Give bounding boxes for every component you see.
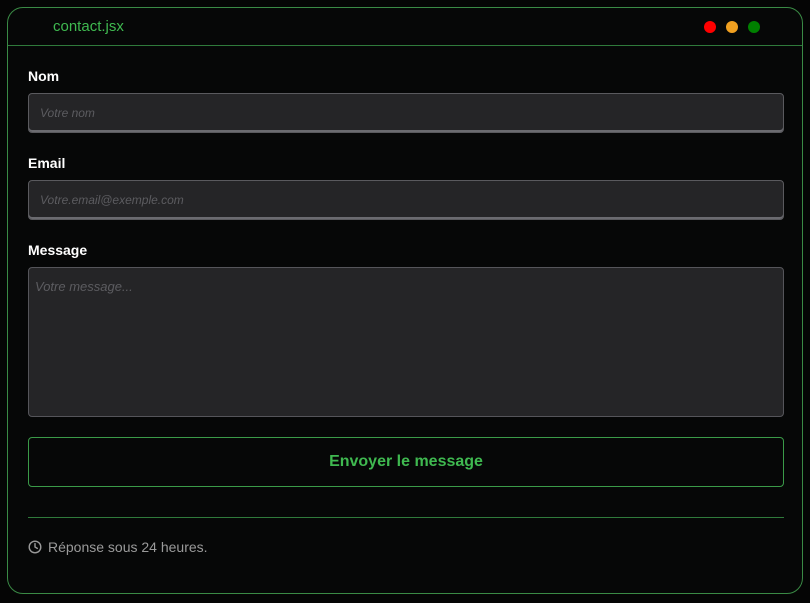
email-input[interactable] xyxy=(28,180,784,220)
email-label: Email xyxy=(28,155,66,171)
name-input[interactable] xyxy=(28,93,784,133)
divider xyxy=(28,517,784,518)
title-bar: contact.jsx xyxy=(8,8,802,46)
close-dot[interactable] xyxy=(704,21,716,33)
message-label: Message xyxy=(28,242,88,258)
clock-icon xyxy=(28,540,42,554)
send-message-button[interactable]: Envoyer le message xyxy=(28,437,784,487)
maximize-dot[interactable] xyxy=(748,21,760,33)
contact-window: contact.jsx Nom Email Message Envoyer le… xyxy=(7,7,803,594)
message-textarea[interactable] xyxy=(28,267,784,417)
name-label: Nom xyxy=(28,68,60,84)
window-controls xyxy=(704,21,760,33)
response-time-note: Réponse sous 24 heures. xyxy=(28,539,208,555)
window-title: contact.jsx xyxy=(53,18,124,35)
response-time-text: Réponse sous 24 heures. xyxy=(48,539,208,555)
minimize-dot[interactable] xyxy=(726,21,738,33)
